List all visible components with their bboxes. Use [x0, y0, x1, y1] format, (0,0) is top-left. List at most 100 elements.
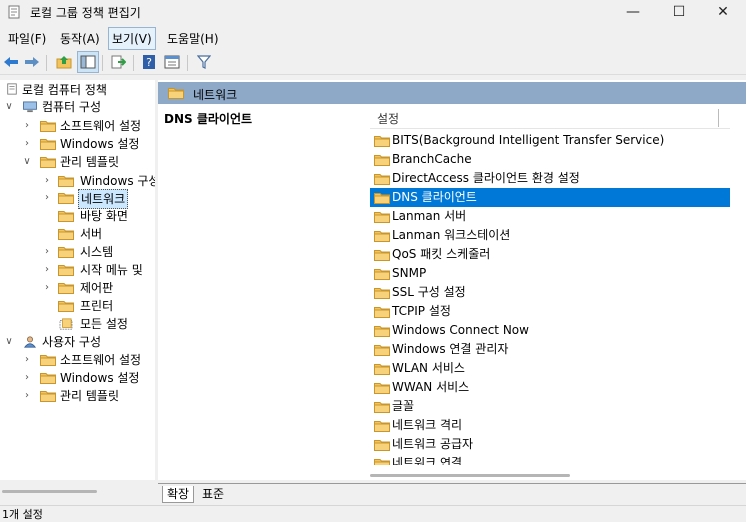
- folder-icon: [374, 173, 390, 185]
- chevron-right-icon[interactable]: ›: [42, 243, 52, 261]
- up-folder-icon[interactable]: [54, 52, 74, 72]
- settings-list-item-label: SSL 구성 설정: [392, 285, 466, 299]
- status-bar: [0, 505, 746, 520]
- tree-label: 소프트웨어 설정: [60, 353, 142, 367]
- tree-label-selected: 네트워크: [78, 189, 129, 209]
- chevron-right-icon[interactable]: ›: [42, 261, 52, 279]
- settings-list-item[interactable]: BITS(Background Intelligent Transfer Ser…: [370, 131, 730, 150]
- settings-list-item[interactable]: DirectAccess 클라이언트 환경 설정: [370, 169, 730, 188]
- menu-file[interactable]: 파일(F): [6, 30, 48, 47]
- settings-list-item[interactable]: QoS 패킷 스케줄러: [370, 245, 730, 264]
- menu-view[interactable]: 보기(V): [108, 27, 156, 50]
- menu-help[interactable]: 도움말(H): [165, 30, 221, 47]
- folder-icon: [374, 287, 390, 299]
- folder-open-icon: [58, 192, 74, 204]
- settings-list-item[interactable]: Windows Connect Now: [370, 321, 730, 340]
- folder-icon: [374, 154, 390, 166]
- settings-list-item-label: 글꼴: [392, 399, 415, 413]
- settings-list-item-label: DirectAccess 클라이언트 환경 설정: [392, 171, 580, 185]
- settings-list-item-label: Windows 연결 관리자: [392, 342, 509, 356]
- chevron-right-icon[interactable]: ›: [22, 135, 32, 153]
- settings-list-item[interactable]: SNMP: [370, 264, 730, 283]
- chevron-right-icon[interactable]: ›: [22, 387, 32, 405]
- forward-arrow-icon[interactable]: [22, 52, 42, 72]
- settings-list-item[interactable]: BranchCache: [370, 150, 730, 169]
- column-divider[interactable]: [718, 109, 719, 127]
- settings-list-item-label: 네트워크 공급자: [392, 437, 474, 451]
- close-button[interactable]: ✕: [700, 0, 746, 24]
- settings-list-item-label: DNS 클라이언트: [392, 190, 477, 204]
- settings-list-item[interactable]: SSL 구성 설정: [370, 283, 730, 302]
- settings-list-item-label: 네트워크 격리: [392, 418, 463, 432]
- tree-label: Windows 구성: [80, 174, 160, 188]
- tree-label: 시작 메뉴 및: [80, 263, 143, 277]
- help-icon[interactable]: ?: [139, 52, 159, 72]
- chevron-right-icon[interactable]: ›: [22, 369, 32, 387]
- chevron-right-icon[interactable]: ›: [42, 172, 52, 190]
- folder-icon: [40, 156, 56, 168]
- settings-list-item[interactable]: 글꼴: [370, 397, 730, 416]
- folder-icon: [374, 192, 390, 204]
- folder-icon: [58, 282, 74, 294]
- folder-icon: [40, 372, 56, 384]
- folder-icon: [58, 264, 74, 276]
- list-column-header[interactable]: [370, 106, 730, 129]
- settings-list-item[interactable]: 네트워크 격리: [370, 416, 730, 435]
- settings-list-item[interactable]: WLAN 서비스: [370, 359, 730, 378]
- folder-icon: [374, 135, 390, 147]
- chevron-down-icon[interactable]: ∨: [22, 153, 32, 171]
- column-header-settings[interactable]: 설정: [377, 110, 399, 127]
- svg-text:?: ?: [146, 56, 152, 69]
- folder-icon: [58, 300, 74, 312]
- settings-list-item[interactable]: DNS 클라이언트: [370, 188, 730, 207]
- export-list-icon[interactable]: [108, 52, 128, 72]
- chevron-right-icon[interactable]: ›: [42, 189, 52, 207]
- chevron-right-icon[interactable]: ›: [22, 117, 32, 135]
- tree-label: 관리 템플릿: [60, 389, 120, 403]
- computer-icon: [23, 101, 37, 113]
- settings-list-item-label: BranchCache: [392, 152, 472, 166]
- toolbar-separator: [187, 55, 188, 71]
- settings-list-item[interactable]: Windows 연결 관리자: [370, 340, 730, 359]
- chevron-right-icon[interactable]: ›: [42, 279, 52, 297]
- minimize-button[interactable]: —: [610, 0, 656, 24]
- settings-list-item[interactable]: 네트워크 공급자: [370, 435, 730, 454]
- settings-list-item[interactable]: WWAN 서비스: [370, 378, 730, 397]
- settings-list-item-label: BITS(Background Intelligent Transfer Ser…: [392, 133, 665, 147]
- chevron-right-icon[interactable]: ›: [22, 351, 32, 369]
- folder-icon: [40, 390, 56, 402]
- chevron-down-icon[interactable]: ∨: [4, 98, 14, 116]
- settings-list-item-label: SNMP: [392, 266, 427, 280]
- list-horizontal-scrollbar[interactable]: [370, 474, 570, 477]
- folder-icon: [40, 138, 56, 150]
- status-text: 1개 설정: [2, 508, 43, 521]
- tree-horizontal-scrollbar[interactable]: [2, 490, 97, 493]
- tree-label: 사용자 구성: [42, 335, 102, 349]
- menu-action[interactable]: 동작(A): [58, 30, 102, 47]
- user-icon: [23, 336, 37, 348]
- folder-icon: [374, 363, 390, 375]
- show-hide-tree-icon[interactable]: [77, 51, 99, 73]
- settings-list-item[interactable]: 네트워크 연결: [370, 454, 730, 465]
- chevron-down-icon[interactable]: ∨: [4, 333, 14, 351]
- tree-label: 프린터: [80, 299, 114, 313]
- tree-label: 컴퓨터 구성: [42, 100, 102, 114]
- settings-list-item-label: TCPIP 설정: [392, 304, 451, 318]
- tab-standard[interactable]: 표준: [198, 486, 228, 502]
- folder-icon: [374, 230, 390, 242]
- tree-label: 시스템: [80, 245, 114, 259]
- maximize-button[interactable]: ☐: [656, 0, 702, 24]
- back-arrow-icon[interactable]: [1, 52, 21, 72]
- toolbar-separator: [46, 55, 47, 71]
- details-header: [158, 82, 746, 104]
- filter-icon[interactable]: [194, 52, 214, 72]
- folder-icon: [374, 344, 390, 356]
- properties-icon[interactable]: [162, 52, 182, 72]
- tab-extended[interactable]: 확장: [162, 486, 195, 503]
- tree-label: 관리 템플릿: [60, 155, 120, 169]
- folder-icon: [374, 306, 390, 318]
- folder-icon: [168, 87, 184, 99]
- settings-list-item[interactable]: TCPIP 설정: [370, 302, 730, 321]
- settings-list-item[interactable]: Lanman 워크스테이션: [370, 226, 730, 245]
- settings-list-item[interactable]: Lanman 서버: [370, 207, 730, 226]
